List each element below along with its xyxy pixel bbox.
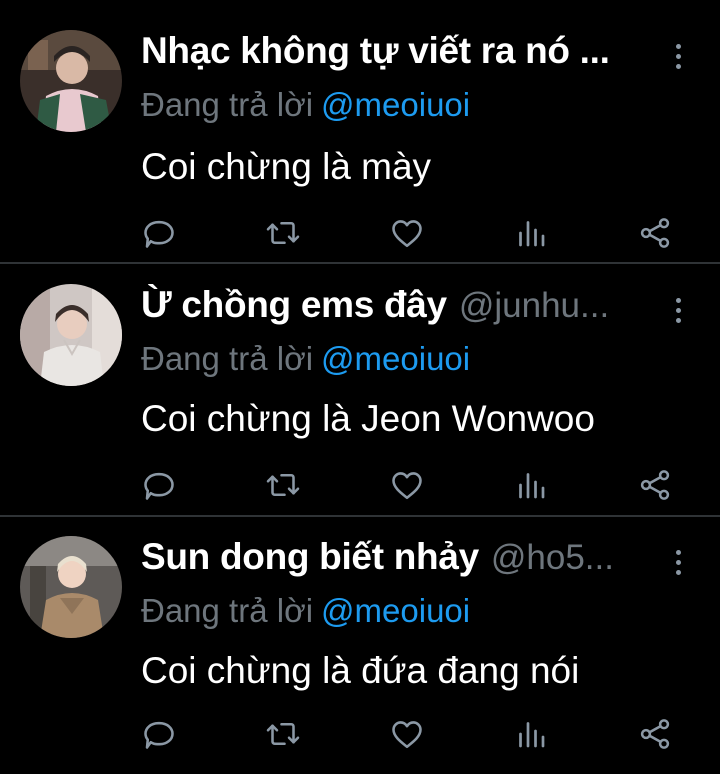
retweet-icon[interactable]	[265, 215, 301, 251]
like-icon[interactable]	[389, 716, 425, 752]
reply-mention-link[interactable]: @meoiuoi	[321, 340, 470, 377]
tweet-header: Ừ chồng ems đây @junhu...	[141, 284, 651, 334]
like-icon[interactable]	[389, 467, 425, 503]
more-options-icon[interactable]	[670, 290, 686, 330]
tweet-header: Sun dong biết nhảy @ho5...	[141, 536, 651, 586]
like-icon[interactable]	[389, 215, 425, 251]
reply-icon[interactable]	[141, 467, 177, 503]
avatar[interactable]	[20, 284, 122, 386]
retweet-icon[interactable]	[265, 467, 301, 503]
user-handle[interactable]: @ho5...	[491, 538, 614, 578]
avatar-image	[20, 284, 122, 386]
tweet-actions	[141, 215, 681, 255]
stats-icon[interactable]	[513, 215, 549, 251]
share-icon[interactable]	[637, 716, 673, 752]
reply-prefix: Đang trả lời	[141, 592, 314, 629]
retweet-icon[interactable]	[265, 716, 301, 752]
tweet[interactable]: Nhạc không tự viết ra nó ... Đang trả lờ…	[0, 0, 720, 252]
stats-icon[interactable]	[513, 467, 549, 503]
reply-icon[interactable]	[141, 215, 177, 251]
user-handle[interactable]: @junhu...	[459, 286, 609, 326]
tweet-text: Coi chừng là đứa đang nói	[141, 650, 580, 691]
reply-prefix: Đang trả lời	[141, 340, 314, 377]
reply-icon[interactable]	[141, 716, 177, 752]
tweet-text: Coi chừng là mày	[141, 146, 432, 187]
share-icon[interactable]	[637, 215, 673, 251]
display-name[interactable]: Nhạc không tự viết ra nó ...	[141, 30, 610, 72]
tweet-header: Nhạc không tự viết ra nó ...	[141, 30, 651, 80]
tweet-actions	[141, 467, 681, 507]
tweet[interactable]: Ừ chồng ems đây @junhu... Đang trả lời @m…	[0, 264, 720, 516]
stats-icon[interactable]	[513, 716, 549, 752]
reply-context: Đang trả lời @meoiuoi	[141, 340, 470, 378]
more-options-icon[interactable]	[670, 542, 686, 582]
display-name[interactable]: Ừ chồng ems đây	[141, 284, 447, 326]
avatar-image	[20, 536, 122, 638]
avatar[interactable]	[20, 30, 122, 132]
reply-context: Đang trả lời @meoiuoi	[141, 86, 470, 124]
display-name[interactable]: Sun dong biết nhảy	[141, 536, 479, 578]
avatar[interactable]	[20, 536, 122, 638]
tweet[interactable]: Sun dong biết nhảy @ho5... Đang trả lời @…	[0, 516, 720, 768]
reply-mention-link[interactable]: @meoiuoi	[321, 86, 470, 123]
reply-feed: Nhạc không tự viết ra nó ... Đang trả lờ…	[0, 0, 720, 774]
reply-mention-link[interactable]: @meoiuoi	[321, 592, 470, 629]
more-options-icon[interactable]	[670, 36, 686, 76]
avatar-image	[20, 30, 122, 132]
reply-context: Đang trả lời @meoiuoi	[141, 592, 470, 630]
reply-prefix: Đang trả lời	[141, 86, 314, 123]
share-icon[interactable]	[637, 467, 673, 503]
tweet-text: Coi chừng là Jeon Wonwoo	[141, 398, 595, 439]
tweet-actions	[141, 716, 681, 756]
